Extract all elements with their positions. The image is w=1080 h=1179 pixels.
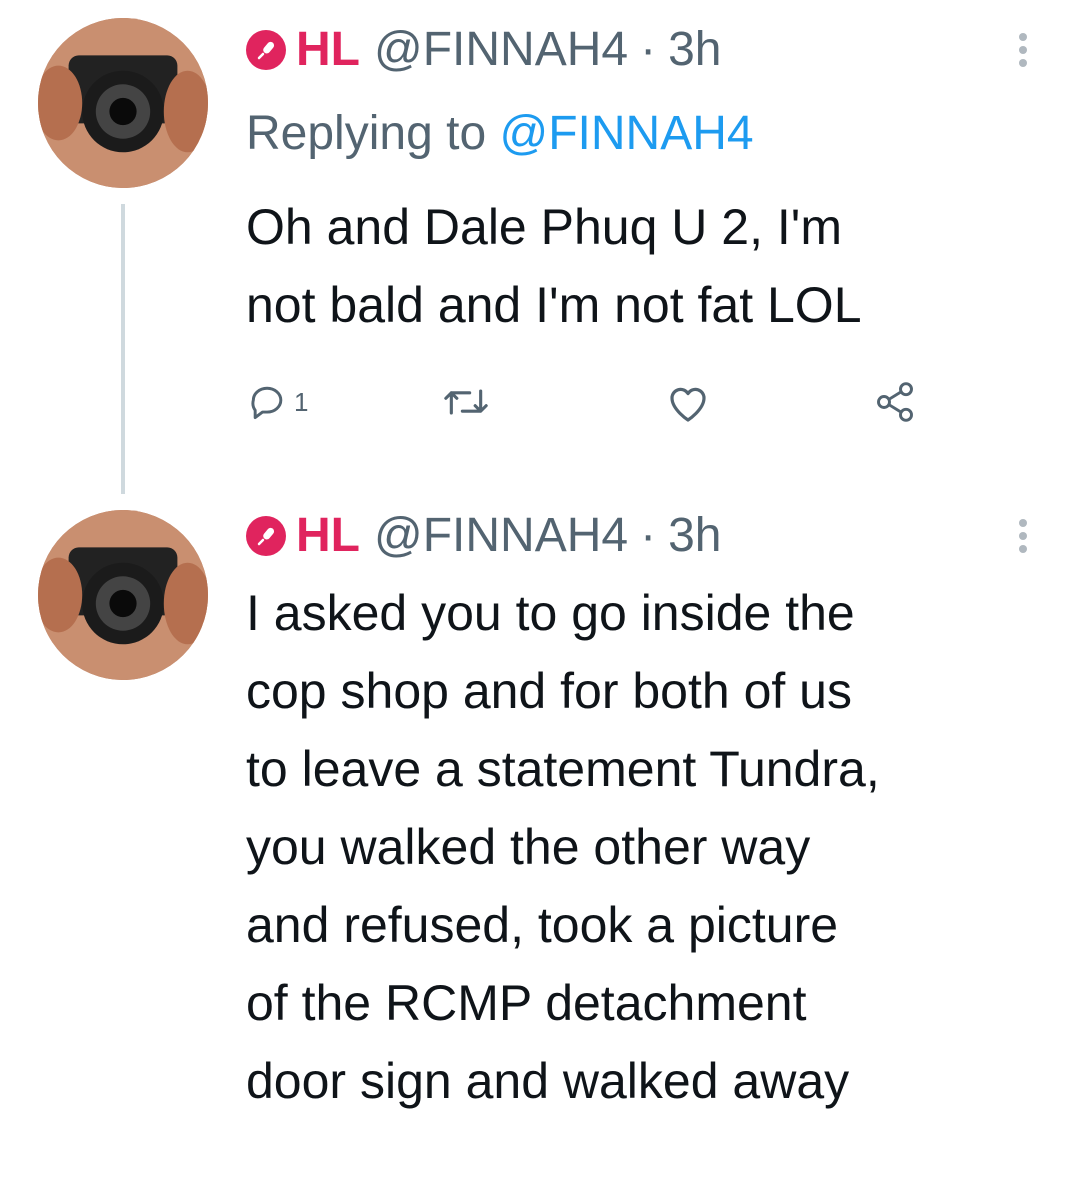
tweet-text-line: not bald and I'm not fat LOL bbox=[246, 277, 862, 333]
tweet-text-line: and refused, took a picture bbox=[246, 897, 839, 953]
replying-prefix: Replying to bbox=[246, 107, 500, 160]
display-name[interactable]: HL bbox=[296, 508, 360, 564]
tweet-1[interactable]: HL @FINNAH4 · 3h Replying to @FINNAH4 Oh… bbox=[0, 0, 1080, 500]
tweet-header: HL @FINNAH4 · 3h bbox=[246, 508, 721, 564]
tweet-header: HL @FINNAH4 · 3h bbox=[246, 22, 721, 78]
mic-icon bbox=[246, 30, 286, 70]
replying-to: Replying to @FINNAH4 bbox=[246, 106, 754, 162]
more-icon[interactable] bbox=[1016, 514, 1030, 558]
tweet-text: I asked you to go inside the cop shop an… bbox=[246, 574, 1056, 1120]
reply-count: 1 bbox=[294, 386, 309, 417]
user-handle[interactable]: @FINNAH4 bbox=[374, 508, 628, 564]
replying-to-link[interactable]: @FINNAH4 bbox=[499, 107, 753, 160]
mic-icon bbox=[246, 516, 286, 556]
tweet-text: Oh and Dale Phuq U 2, I'm not bald and I… bbox=[246, 188, 1056, 344]
tweet-text-line: Oh and Dale Phuq U 2, I'm bbox=[246, 199, 842, 255]
thread-line bbox=[121, 204, 125, 494]
tweet-text-line: to leave a statement Tundra, bbox=[246, 741, 880, 797]
share-button[interactable] bbox=[871, 380, 919, 424]
camera-avatar-image bbox=[38, 510, 208, 680]
tweet-2[interactable]: HL @FINNAH4 · 3h I asked you to go insid… bbox=[0, 500, 1080, 1179]
timestamp[interactable]: 3h bbox=[668, 508, 721, 564]
user-handle[interactable]: @FINNAH4 bbox=[374, 22, 628, 78]
timestamp[interactable]: 3h bbox=[668, 22, 721, 78]
tweet-text-line: of the RCMP detachment bbox=[246, 975, 807, 1031]
share-icon bbox=[877, 382, 913, 422]
tweet-text-line: cop shop and for both of us bbox=[246, 663, 852, 719]
more-icon[interactable] bbox=[1016, 28, 1030, 72]
reply-button[interactable]: 1 bbox=[246, 380, 308, 424]
retweet-button[interactable] bbox=[442, 380, 490, 424]
separator: · bbox=[640, 509, 657, 562]
separator: · bbox=[640, 23, 657, 76]
retweet-icon bbox=[444, 389, 488, 415]
reply-icon bbox=[251, 386, 283, 420]
camera-avatar-image bbox=[38, 18, 208, 188]
tweet-text-line: I asked you to go inside the bbox=[246, 585, 855, 641]
tweet-text-line: you walked the other way bbox=[246, 819, 811, 875]
avatar[interactable] bbox=[38, 510, 208, 680]
like-button[interactable] bbox=[664, 380, 712, 424]
display-name[interactable]: HL bbox=[296, 22, 360, 78]
tweet-actions: 1 bbox=[246, 380, 946, 430]
avatar[interactable] bbox=[38, 18, 208, 188]
tweet-text-line: door sign and walked away bbox=[246, 1053, 850, 1109]
like-icon bbox=[670, 387, 706, 422]
